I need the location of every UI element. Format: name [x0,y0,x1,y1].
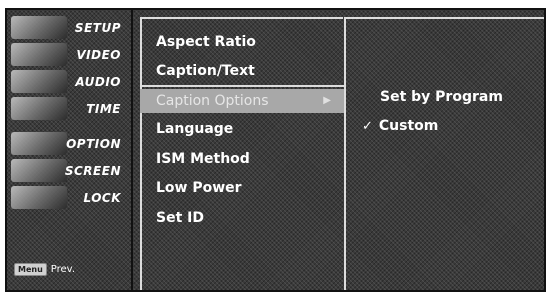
category-sidebar: SETUP VIDEO AUDIO TIME OPTION SCREEN LOC… [7,10,133,290]
setup-thumbnail-icon [11,16,67,39]
video-thumbnail-icon [11,43,67,66]
category-lock[interactable]: LOCK [7,184,131,211]
menu-item-label: Language [156,121,234,137]
menu-item-set-id[interactable]: Set ID [156,206,204,230]
menu-divider [142,85,345,87]
option-menu-panel: Aspect Ratio Caption/Text Caption Option… [140,17,345,290]
option-label: Set by Program [380,89,503,105]
menu-item-aspect-ratio[interactable]: Aspect Ratio [156,30,256,54]
prev-label: Prev. [50,264,75,275]
category-setup[interactable]: SETUP [7,14,131,41]
category-screen[interactable]: SCREEN [7,157,131,184]
category-audio[interactable]: AUDIO [7,68,131,95]
menu-button-icon: Menu [14,263,47,276]
menu-item-label: ISM Method [156,151,250,167]
category-label: TIME [86,101,121,116]
arrow-right-icon: ▶ [323,95,331,106]
category-label: VIDEO [76,47,121,62]
menu-item-label: Low Power [156,180,242,196]
caption-options-submenu: Set by Program ✓ Custom [344,17,544,290]
category-label: LOCK [83,190,121,205]
lock-thumbnail-icon [11,186,67,209]
checkmark-icon: ✓ [362,119,373,134]
option-set-by-program[interactable]: Set by Program [380,86,503,108]
category-label: AUDIO [75,74,121,89]
menu-item-ism-method[interactable]: ISM Method [156,147,250,171]
category-time[interactable]: TIME [7,95,131,122]
option-thumbnail-icon [11,132,67,155]
category-option[interactable]: OPTION [7,130,131,157]
audio-thumbnail-icon [11,70,67,93]
menu-item-caption-text[interactable]: Caption/Text [156,59,255,83]
time-thumbnail-icon [11,97,67,120]
menu-item-label: Set ID [156,210,204,226]
menu-item-label: Caption/Text [156,63,255,79]
category-label: SCREEN [64,163,121,178]
option-custom[interactable]: ✓ Custom [362,115,438,137]
menu-item-label: Aspect Ratio [156,34,256,50]
prev-hint[interactable]: Menu Prev. [14,263,75,276]
category-video[interactable]: VIDEO [7,41,131,68]
menu-item-language[interactable]: Language [156,117,233,141]
category-label: OPTION [66,136,121,151]
screen-thumbnail-icon [11,159,67,182]
menu-item-label: Caption Options [156,93,269,109]
menu-item-caption-options[interactable]: Caption Options ▶ [140,89,345,113]
menu-item-low-power[interactable]: Low Power [156,176,242,200]
option-label: Custom [378,118,439,134]
category-label: SETUP [74,20,121,35]
